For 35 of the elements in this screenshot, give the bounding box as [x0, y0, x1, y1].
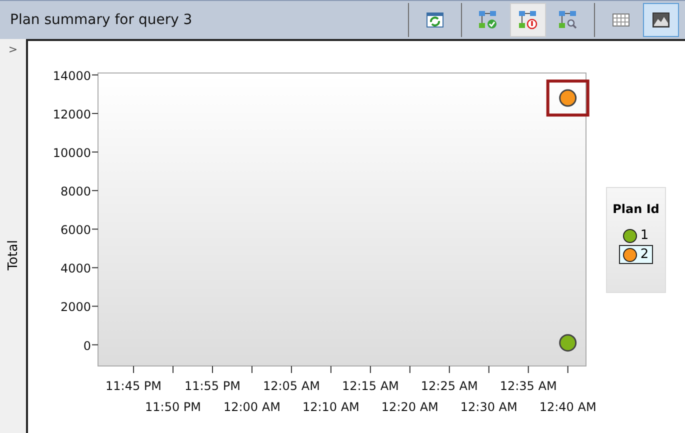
chart-icon [651, 10, 671, 30]
x-tick-label: 12:25 AM [420, 379, 478, 393]
compare-icon [558, 10, 578, 30]
y-tick-label: 2000 [60, 300, 91, 314]
x-tick-label: 12:00 AM [224, 400, 280, 414]
legend-title: Plan Id [612, 202, 660, 216]
panel-title: Plan summary for query 3 [9, 12, 192, 28]
x-tick-label: 12:35 AM [500, 379, 557, 393]
refresh-icon [425, 10, 445, 30]
chart-button[interactable] [643, 3, 679, 37]
y-tick-label: 0 [83, 338, 91, 353]
x-tick-label: 11:55 PM [184, 379, 240, 393]
y-tick-label: 12000 [52, 107, 91, 122]
y-tick-label: 14000 [52, 68, 91, 83]
x-tick-label: 11:50 PM [145, 400, 202, 414]
x-tick-label: 12:40 AM [539, 400, 596, 414]
unforce-icon [518, 10, 538, 30]
y-tick-label: 4000 [60, 262, 91, 276]
y-tick-label: 10000 [52, 146, 91, 160]
y-tick-label: 8000 [60, 184, 91, 199]
y-axis-label: Total [6, 240, 20, 270]
data-point[interactable] [559, 89, 577, 107]
expand-toggle[interactable]: > [8, 43, 18, 56]
force-icon [478, 10, 498, 30]
x-tick-label: 12:20 AM [381, 400, 438, 414]
legend-item[interactable]: 2 [619, 245, 653, 264]
legend-item[interactable]: 1 [619, 226, 653, 245]
x-tick-label: 11:45 PM [106, 379, 162, 393]
x-tick-label: 12:15 AM [342, 379, 399, 393]
unforce-button[interactable] [510, 3, 546, 37]
data-point[interactable] [559, 334, 577, 352]
x-tick-label: 12:10 AM [302, 400, 360, 414]
x-tick-label: 12:05 AM [262, 379, 320, 393]
y-tick-label: 6000 [60, 223, 91, 238]
x-tick-label: 12:30 AM [460, 400, 518, 414]
